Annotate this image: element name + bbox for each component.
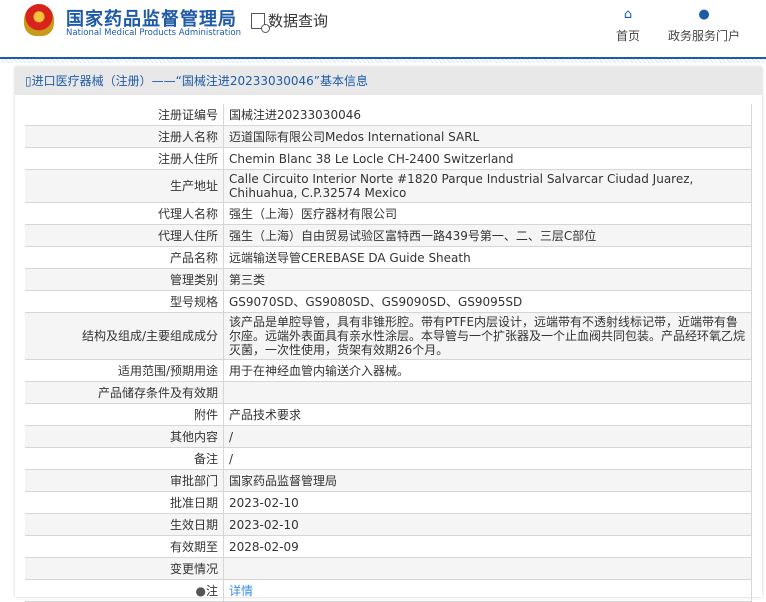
table-row: 附件 产品技术要求 <box>25 403 752 426</box>
field-value: 该产品是单腔导管，具有非锥形腔。带有PTFE内层设计，远端带有不透射线标记带，近… <box>223 312 752 360</box>
table-row: 其他内容 / <box>25 425 752 448</box>
field-value: Chemin Blanc 38 Le Locle CH-2400 Switzer… <box>223 147 752 170</box>
panel-title-text: 进口医疗器械（注册）——“国械注进20233030046”基本信息 <box>31 74 369 88</box>
field-value: GS9070SD、GS9080SD、GS9090SD、GS9095SD <box>223 290 752 313</box>
panel-title: ▯进口医疗器械（注册）——“国械注进20233030046”基本信息 <box>15 67 762 95</box>
file-icon: ▯ <box>25 74 32 88</box>
field-label: 型号规格 <box>25 290 224 313</box>
site-header: 国家药品监督管理局 National Medical Products Admi… <box>0 0 766 59</box>
field-label: 备注 <box>25 447 224 470</box>
field-value: 国械注进20233030046 <box>223 104 752 126</box>
table-row: 生效日期 2023-02-10 <box>25 513 752 536</box>
user-icon: ● <box>698 7 710 22</box>
field-label: 注册人名称 <box>25 125 224 148</box>
field-value: 2028-02-09 <box>223 535 752 558</box>
table-row: 注册人住所 Chemin Blanc 38 Le Locle CH-2400 Sw… <box>25 147 752 170</box>
field-label: 产品储存条件及有效期 <box>25 381 224 404</box>
field-label: 结构及组成/主要组成成分 <box>25 312 224 360</box>
details-link[interactable]: 详情 <box>229 584 253 598</box>
field-label: 批准日期 <box>25 491 224 514</box>
field-label: 注册证编号 <box>25 104 224 126</box>
field-label: 代理人名称 <box>25 202 224 225</box>
field-value: 用于在神经血管内输送介入器械。 <box>223 359 752 382</box>
logo-subtitle: National Medical Products Administration <box>66 28 241 38</box>
table-row: 变更情况 <box>25 557 752 580</box>
table-row: 管理类别 第三类 <box>25 268 752 291</box>
field-label: 变更情况 <box>25 557 224 580</box>
field-value: 远端输送导管CEREBASE DA Guide Sheath <box>223 246 752 269</box>
field-value: / <box>223 447 752 470</box>
field-value: 强生（上海）医疗器材有限公司 <box>223 202 752 225</box>
table-row: 有效期至 2028-02-09 <box>25 535 752 558</box>
note-label-text: 注 <box>205 583 218 598</box>
table-row: 注册证编号 国械注进20233030046 <box>25 104 752 126</box>
bulb-icon: ● <box>195 583 206 598</box>
field-label: 注册人住所 <box>25 147 224 170</box>
field-value: 2023-02-10 <box>223 491 752 514</box>
document-search-icon <box>251 12 270 33</box>
table-row: 批准日期 2023-02-10 <box>25 491 752 514</box>
field-value: Calle Circuito Interior Norte #1820 Parq… <box>223 169 752 203</box>
field-value: 第三类 <box>223 268 752 291</box>
field-value <box>223 557 752 580</box>
field-label: 产品名称 <box>25 246 224 269</box>
table-row: 适用范围/预期用途 用于在神经血管内输送介入器械。 <box>25 359 752 382</box>
info-panel: ▯进口医疗器械（注册）——“国械注进20233030046”基本信息 注册证编号… <box>15 67 762 602</box>
table-row: 生产地址 Calle Circuito Interior Norte #1820 … <box>25 169 752 203</box>
nav-portal-label: 政务服务门户 <box>667 29 740 43</box>
home-icon: ⌂ <box>623 7 633 22</box>
table-row: 产品名称 远端输送导管CEREBASE DA Guide Sheath <box>25 246 752 269</box>
table-row: 备注 / <box>25 447 752 470</box>
table-row: 型号规格 GS9070SD、GS9080SD、GS9090SD、GS9095SD <box>25 290 752 313</box>
national-emblem-logo <box>24 4 54 36</box>
field-label: 代理人住所 <box>25 224 224 247</box>
table-row: 结构及组成/主要组成成分 该产品是单腔导管，具有非锥形腔。带有PTFE内层设计，远… <box>25 312 752 360</box>
table-row-note: ●注 详情 <box>25 579 752 602</box>
field-label: 审批部门 <box>25 469 224 492</box>
field-label: 生产地址 <box>25 169 224 203</box>
field-value: 强生（上海）自由贸易试验区富特西一路439号第一、二、三层C部位 <box>223 224 752 247</box>
table-row: 代理人住所 强生（上海）自由贸易试验区富特西一路439号第一、二、三层C部位 <box>25 224 752 247</box>
field-value: 迈道国际有限公司Medos International SARL <box>223 125 752 148</box>
header-divider <box>0 59 766 63</box>
table-row: 审批部门 国家药品监督管理局 <box>25 469 752 492</box>
data-query-link[interactable]: 数据查询 <box>251 10 329 33</box>
note-label: ●注 <box>25 579 224 602</box>
field-label: 适用范围/预期用途 <box>25 359 224 382</box>
field-value: 国家药品监督管理局 <box>223 469 752 492</box>
nav-home[interactable]: ⌂ 首页 <box>608 8 648 44</box>
table-row: 代理人名称 强生（上海）医疗器材有限公司 <box>25 202 752 225</box>
nav-service-portal[interactable]: ● 政务服务门户 <box>664 8 744 44</box>
data-query-label: 数据查询 <box>268 12 329 30</box>
field-value: 产品技术要求 <box>223 403 752 426</box>
field-value <box>223 381 752 404</box>
nav-home-label: 首页 <box>615 29 640 43</box>
field-label: 其他内容 <box>25 425 224 448</box>
info-table: 注册证编号 国械注进20233030046 注册人名称 迈道国际有限公司Medos I… <box>25 104 752 602</box>
table-row: 注册人名称 迈道国际有限公司Medos International SARL <box>25 125 752 148</box>
field-label: 生效日期 <box>25 513 224 536</box>
field-value: / <box>223 425 752 448</box>
field-label: 有效期至 <box>25 535 224 558</box>
field-label: 附件 <box>25 403 224 426</box>
table-row: 产品储存条件及有效期 <box>25 381 752 404</box>
field-label: 管理类别 <box>25 268 224 291</box>
field-value: 2023-02-10 <box>223 513 752 536</box>
